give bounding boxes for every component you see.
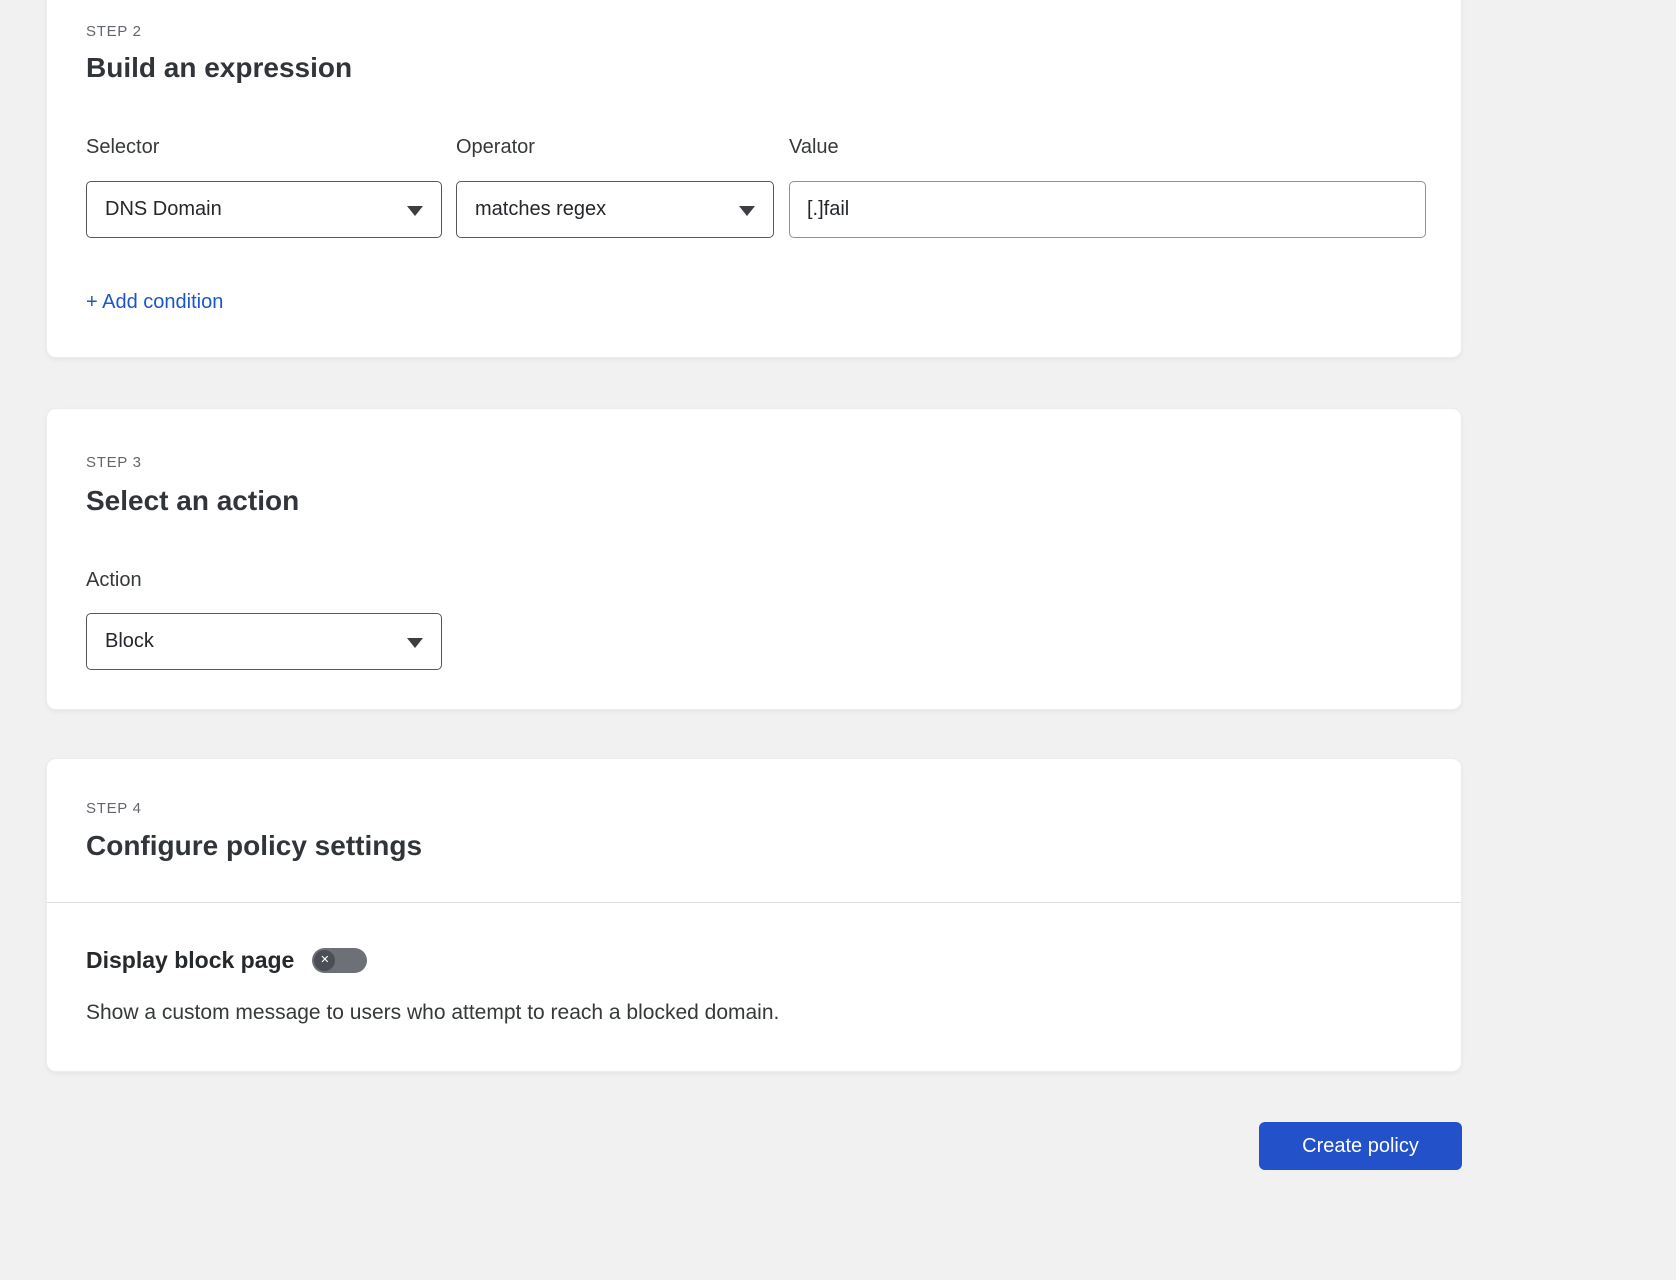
action-dropdown[interactable]: Block — [86, 613, 442, 670]
value-input[interactable] — [789, 181, 1426, 238]
create-policy-button[interactable]: Create policy — [1259, 1122, 1462, 1170]
value-label: Value — [789, 136, 839, 158]
step4-card: STEP 4 Configure policy settings Display… — [46, 758, 1462, 1072]
step4-title: Configure policy settings — [86, 830, 423, 861]
step3-title: Select an action — [86, 485, 300, 516]
step3-label: STEP 3 — [86, 454, 142, 471]
step2-card: STEP 2 Build an expression Selector Oper… — [46, 0, 1462, 358]
operator-label: Operator — [456, 136, 535, 158]
chevron-down-icon — [407, 637, 423, 648]
chevron-down-icon — [739, 205, 755, 216]
step3-card: STEP 3 Select an action Action Block — [46, 408, 1462, 710]
chevron-down-icon — [407, 205, 423, 216]
display-block-page-row: Display block page ✕ — [86, 947, 368, 974]
display-block-page-toggle[interactable]: ✕ — [312, 948, 368, 973]
toggle-off-x-icon: ✕ — [314, 950, 336, 971]
step2-title: Build an expression — [86, 52, 353, 83]
display-block-page-description: Show a custom message to users who attem… — [86, 1001, 780, 1024]
action-dropdown-value: Block — [105, 630, 154, 652]
selector-dropdown-value: DNS Domain — [105, 198, 222, 220]
add-condition-link[interactable]: + Add condition — [86, 291, 223, 314]
selector-dropdown[interactable]: DNS Domain — [86, 181, 442, 238]
operator-dropdown-value: matches regex — [475, 198, 607, 220]
operator-dropdown[interactable]: matches regex — [456, 181, 774, 238]
action-label: Action — [86, 569, 142, 591]
display-block-page-label: Display block page — [86, 947, 295, 973]
selector-label: Selector — [86, 136, 160, 158]
divider — [47, 902, 1461, 903]
step4-label: STEP 4 — [86, 800, 142, 817]
step2-label: STEP 2 — [86, 23, 142, 40]
